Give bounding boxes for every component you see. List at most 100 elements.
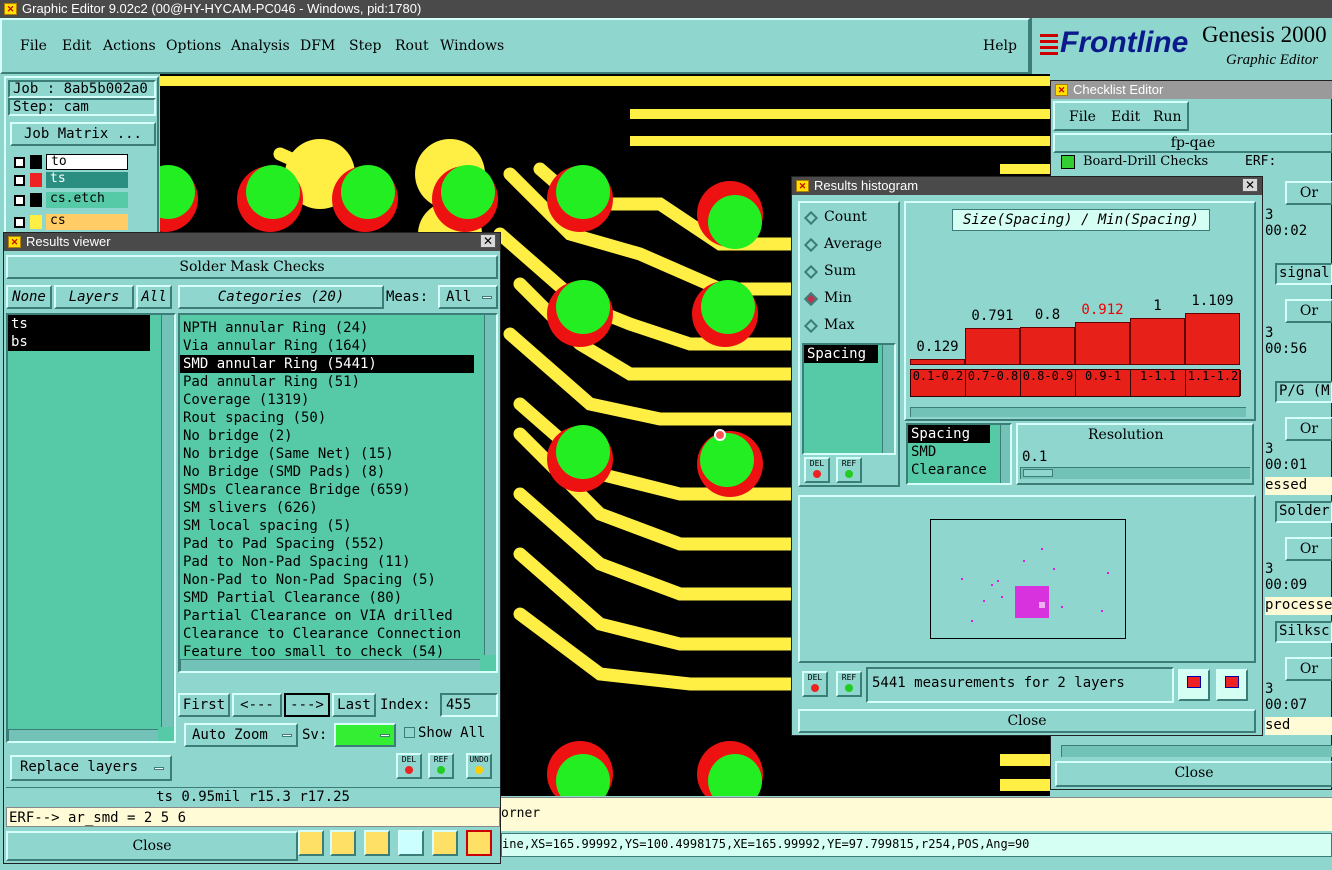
- fit-map-icon[interactable]: [1216, 669, 1248, 701]
- resolution-slider[interactable]: [1020, 467, 1250, 479]
- categories-button[interactable]: Categories (20): [178, 285, 384, 309]
- checklist-action-button[interactable]: Or: [1285, 417, 1332, 441]
- slider-thumb[interactable]: [1023, 469, 1053, 477]
- ref-button[interactable]: REF: [836, 457, 862, 483]
- histogram-icon[interactable]: [466, 830, 492, 856]
- list-item[interactable]: Clearance to Clearance Connection: [180, 625, 496, 643]
- list-item-selected[interactable]: SMD annular Ring (5441): [180, 355, 474, 373]
- last-button[interactable]: Last: [332, 693, 376, 717]
- list-item[interactable]: Pad to Non-Pad Spacing (11): [180, 553, 496, 571]
- layer-toggle[interactable]: [14, 157, 25, 168]
- menu-edit[interactable]: Edit: [1111, 109, 1140, 125]
- histogram-close-button[interactable]: Close: [798, 709, 1256, 733]
- horizontal-scrollbar[interactable]: [180, 659, 480, 671]
- menu-actions[interactable]: Actions: [103, 38, 156, 54]
- menu-analysis[interactable]: Analysis: [231, 38, 290, 54]
- next-button[interactable]: --->: [284, 693, 330, 717]
- menu-dfm[interactable]: DFM: [300, 38, 335, 54]
- list-item[interactable]: SM local spacing (5): [180, 517, 496, 535]
- zoom-map-icon[interactable]: [1178, 669, 1210, 701]
- first-button[interactable]: First: [178, 693, 230, 717]
- menu-edit[interactable]: Edit: [62, 38, 91, 54]
- list-item[interactable]: Rout spacing (50): [180, 409, 496, 427]
- list-item[interactable]: No bridge (2): [180, 427, 496, 445]
- list-item[interactable]: Partial Clearance on VIA drilled: [180, 607, 496, 625]
- menu-windows[interactable]: Windows: [440, 38, 504, 54]
- feature-icon[interactable]: [330, 830, 356, 856]
- del-button[interactable]: DEL: [396, 753, 422, 779]
- layer-row-cs[interactable]: cs: [10, 214, 130, 232]
- close-icon[interactable]: ✕: [1242, 178, 1258, 192]
- list-item-selected[interactable]: Spacing: [908, 425, 990, 443]
- list-item[interactable]: SM slivers (626): [180, 499, 496, 517]
- auto-zoom-dropdown[interactable]: Auto Zoom: [184, 723, 298, 747]
- layer-row-to[interactable]: to: [10, 154, 130, 172]
- all-button[interactable]: All: [136, 285, 172, 309]
- menu-help[interactable]: Help: [983, 38, 1017, 54]
- list-item[interactable]: No Bridge (SMD Pads) (8): [180, 463, 496, 481]
- menu-options[interactable]: Options: [166, 38, 221, 54]
- checklist-action-button[interactable]: Or: [1285, 181, 1332, 205]
- list-item[interactable]: Via annular Ring (164): [180, 337, 496, 355]
- undo-button[interactable]: UNDO: [466, 753, 492, 779]
- overview-map[interactable]: [930, 519, 1126, 639]
- list-item[interactable]: ts: [8, 315, 150, 333]
- list-item[interactable]: SMDs Clearance Bridge (659): [180, 481, 496, 499]
- list-item-selected[interactable]: Spacing: [804, 345, 878, 363]
- layer-results-list[interactable]: ts bs: [6, 313, 176, 743]
- menu-run[interactable]: Run: [1153, 109, 1182, 125]
- vertical-scrollbar[interactable]: [161, 315, 173, 727]
- vertical-scrollbar[interactable]: [484, 315, 496, 655]
- histogram-bar[interactable]: [1185, 313, 1240, 365]
- menu-step[interactable]: Step: [349, 38, 381, 54]
- horizontal-scrollbar[interactable]: [1061, 745, 1332, 757]
- histogram-bar[interactable]: [1020, 327, 1075, 365]
- prev-button[interactable]: <---: [232, 693, 282, 717]
- list-item[interactable]: SMD Partial Clearance (80): [180, 589, 496, 607]
- layer-toggle[interactable]: [14, 195, 25, 206]
- vertical-scrollbar[interactable]: [882, 345, 894, 453]
- del-button[interactable]: DEL: [802, 671, 828, 697]
- list-item[interactable]: Clearance: [908, 461, 1010, 479]
- histogram-bar[interactable]: [1075, 322, 1130, 365]
- del-button[interactable]: DEL: [804, 457, 830, 483]
- checklist-action-button[interactable]: Or: [1285, 299, 1332, 323]
- list-item[interactable]: bs: [8, 333, 150, 351]
- checklist-action-button[interactable]: Or: [1285, 537, 1332, 561]
- list-item[interactable]: Coverage (1319): [180, 391, 496, 409]
- list-item[interactable]: NPTH annular Ring (24): [180, 319, 496, 337]
- ref-button[interactable]: REF: [428, 753, 454, 779]
- meas-dropdown[interactable]: All: [438, 285, 498, 309]
- list-item[interactable]: Pad to Pad Spacing (552): [180, 535, 496, 553]
- none-button[interactable]: None: [6, 285, 52, 309]
- index-input[interactable]: 455: [440, 693, 498, 717]
- layer-toggle[interactable]: [14, 217, 25, 228]
- menu-file[interactable]: File: [20, 38, 47, 54]
- snap-icon[interactable]: [298, 830, 324, 856]
- close-button[interactable]: Close: [6, 831, 298, 861]
- histogram-bar[interactable]: [910, 359, 965, 365]
- menu-file[interactable]: File: [1069, 109, 1096, 125]
- layers-button[interactable]: Layers: [54, 285, 134, 309]
- histogram-bar[interactable]: [965, 328, 1020, 365]
- menu-rout[interactable]: Rout: [395, 38, 429, 54]
- ref-button[interactable]: REF: [836, 671, 862, 697]
- checklist-close-button[interactable]: Close: [1055, 761, 1332, 787]
- reset-icon[interactable]: [364, 830, 390, 856]
- layer-toggle[interactable]: [14, 175, 25, 186]
- horizontal-scrollbar[interactable]: [8, 729, 158, 741]
- sv-color-dropdown[interactable]: [334, 723, 396, 747]
- list-item[interactable]: Pad annular Ring (51): [180, 373, 496, 391]
- show-all-checkbox[interactable]: [404, 727, 415, 738]
- replace-layers-dropdown[interactable]: Replace layers: [10, 755, 172, 781]
- histogram-plot[interactable]: 0.129 0.791 0.8 0.912 1 1.109: [910, 293, 1240, 365]
- layer-row-ts[interactable]: ts: [10, 172, 130, 190]
- attribute-list[interactable]: Spacing SMD Clearance: [906, 423, 1012, 485]
- horizontal-scrollbar[interactable]: [910, 407, 1246, 417]
- list-item[interactable]: SMD: [908, 443, 1010, 461]
- layer-row-cs-etch[interactable]: cs.etch: [10, 192, 130, 210]
- list-item[interactable]: No bridge (Same Net) (15): [180, 445, 496, 463]
- close-icon[interactable]: ✕: [480, 234, 496, 248]
- compare-icon[interactable]: [398, 830, 424, 856]
- job-matrix-button[interactable]: Job Matrix ...: [10, 122, 156, 146]
